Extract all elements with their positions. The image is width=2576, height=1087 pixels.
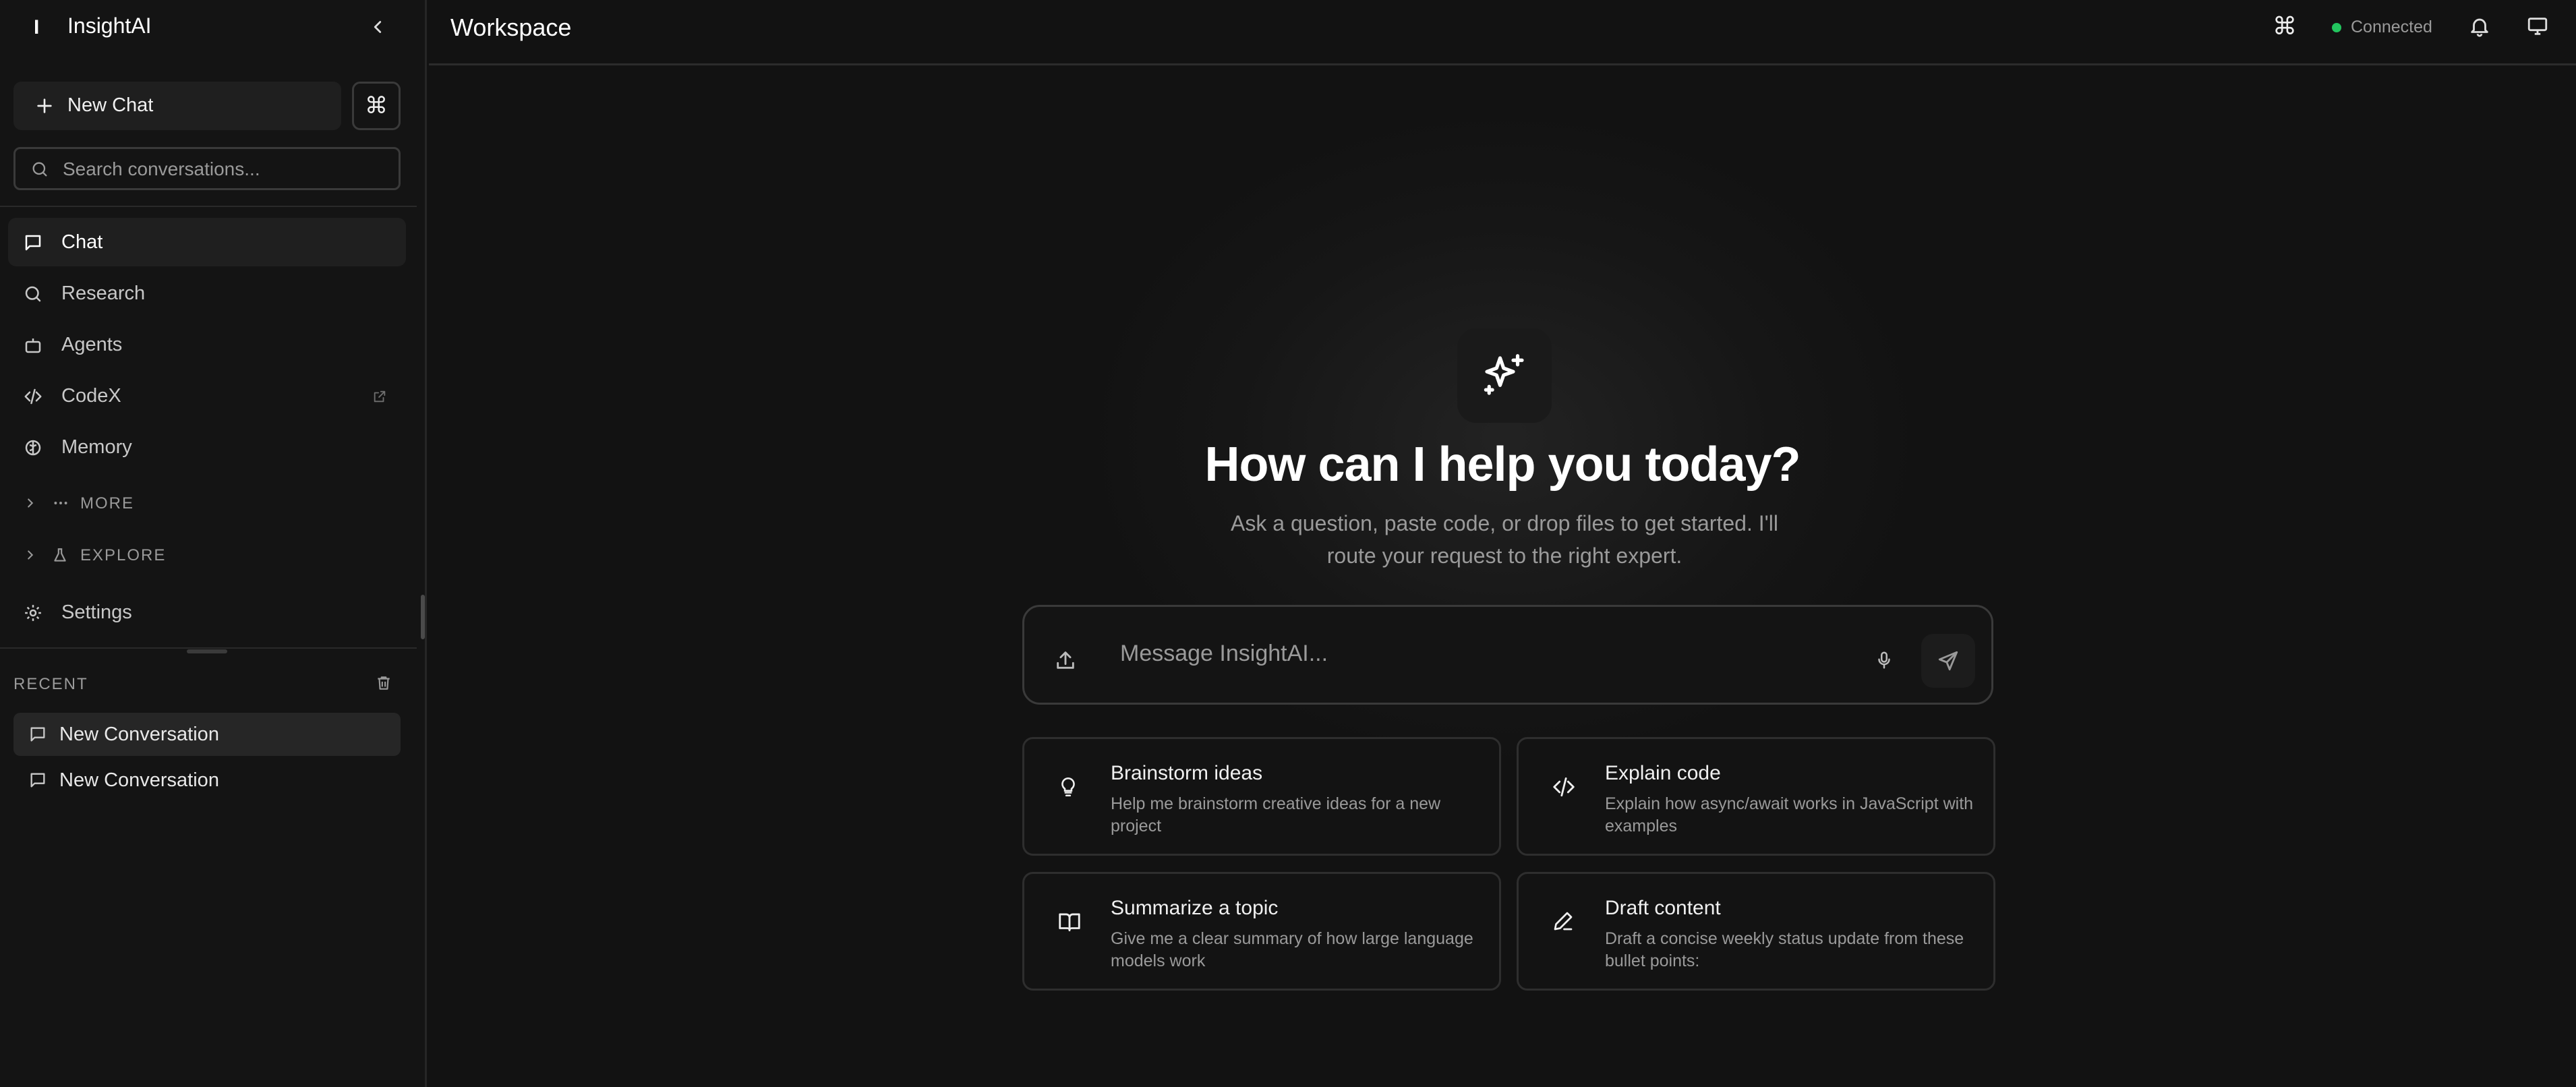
nav-item-research[interactable]: Research <box>8 269 406 318</box>
search-icon <box>25 286 41 302</box>
book-icon <box>1059 913 1080 932</box>
status-dot <box>2332 22 2341 32</box>
command-palette-button[interactable]: ⌘ <box>2273 12 2297 40</box>
external-link-icon <box>374 390 386 403</box>
monitor-icon <box>2527 18 2548 35</box>
pen-icon <box>1554 912 1573 931</box>
resize-handle[interactable] <box>187 649 227 653</box>
page-title: Workspace <box>450 13 572 41</box>
sparkle-badge <box>1457 328 1552 423</box>
notifications-button[interactable] <box>2468 15 2491 41</box>
plus-icon <box>37 98 52 113</box>
divider <box>0 206 417 207</box>
nav-item-agents[interactable]: Agents <box>8 320 406 369</box>
command-palette-button[interactable]: ⌘ <box>352 82 401 130</box>
suggestion-card[interactable]: Brainstorm ideas Help me brainstorm crea… <box>1022 737 1501 856</box>
nav-item-memory[interactable]: Memory <box>8 423 406 471</box>
suggestion-title: Draft content <box>1605 897 1721 919</box>
new-chat-button[interactable]: New Chat <box>13 82 341 130</box>
gear-icon <box>25 605 41 621</box>
welcome-subtitle: Ask a question, paste code, or drop file… <box>1231 511 1778 568</box>
command-icon: ⌘ <box>365 93 388 119</box>
nav-item-label: CodeX <box>61 385 121 407</box>
chevron-right-icon <box>28 498 34 508</box>
chevron-right-icon <box>28 550 34 560</box>
code-icon <box>1553 777 1575 797</box>
suggestion-title: Brainstorm ideas <box>1111 762 1263 784</box>
nav-item-settings[interactable]: Settings <box>8 588 406 637</box>
nav-item-label: Agents <box>61 334 123 355</box>
sidebar: I InsightAI New Chat ⌘ Chat Research <box>0 0 427 1087</box>
message-input[interactable] <box>1120 637 1828 670</box>
flask-icon <box>54 548 66 562</box>
nav-group-label: MORE <box>80 494 134 512</box>
nav-group-explore[interactable]: EXPLORE <box>8 535 406 576</box>
collapse-sidebar-button[interactable] <box>364 13 391 40</box>
nav-group-more[interactable]: MORE <box>8 483 406 524</box>
dots-icon <box>54 502 67 504</box>
attach-file-button[interactable] <box>1054 649 1077 675</box>
recent-conversation-label: New Conversation <box>59 724 219 745</box>
welcome-heading: How can I help you today? <box>1204 438 1801 492</box>
search-input[interactable] <box>63 156 393 183</box>
suggestion-title: Summarize a topic <box>1111 897 1279 919</box>
recent-conversation-label: New Conversation <box>59 769 219 791</box>
search-icon <box>32 162 47 177</box>
suggestion-card[interactable]: Draft content Draft a concise weekly sta… <box>1517 872 1995 991</box>
main-content: How can I help you today? Ask a question… <box>429 67 2576 1087</box>
suggestion-card[interactable]: Explain code Explain how async/await wor… <box>1517 737 1995 856</box>
nav-group-label: EXPLORE <box>80 546 167 564</box>
divider <box>0 647 417 649</box>
message-square-icon <box>30 727 45 742</box>
suggestion-description: Help me brainstorm creative ideas for a … <box>1111 794 1441 835</box>
brand-logo: I <box>34 16 40 38</box>
send-icon <box>1938 651 1958 671</box>
brand-name: InsightAI <box>67 13 152 38</box>
message-composer <box>1022 605 1993 705</box>
bell-icon <box>2471 18 2488 37</box>
suggestion-description: Explain how async/await works in JavaScr… <box>1605 794 1974 835</box>
message-square-icon <box>25 235 41 251</box>
sidebar-scrollbar[interactable] <box>421 595 425 639</box>
brand: I InsightAI <box>0 0 427 57</box>
app-root: I InsightAI New Chat ⌘ Chat Research <box>0 0 2576 1087</box>
suggestion-title: Explain code <box>1605 762 1721 784</box>
nav-item-label: Chat <box>61 231 103 253</box>
sparkles-icon <box>1484 354 1524 395</box>
nav-item-label: Settings <box>61 601 132 623</box>
clear-history-button[interactable] <box>375 674 392 696</box>
recent-conversation[interactable]: New Conversation <box>13 713 401 756</box>
recent-section-title: RECENT <box>13 675 88 693</box>
new-chat-label: New Chat <box>67 94 154 116</box>
recent-conversation[interactable]: New Conversation <box>13 759 401 802</box>
code-icon <box>24 388 42 405</box>
display-button[interactable] <box>2526 15 2549 41</box>
suggestion-card[interactable]: Summarize a topic Give me a clear summar… <box>1022 872 1501 991</box>
lightbulb-icon <box>1061 777 1075 797</box>
chevron-left-icon <box>374 21 382 33</box>
microphone-icon <box>1878 651 1890 669</box>
search-box <box>13 147 401 190</box>
upload-icon <box>1057 651 1074 669</box>
suggestion-description: Give me a clear summary of how large lan… <box>1111 929 1473 970</box>
nav-item-label: Research <box>61 283 146 304</box>
voice-input-button[interactable] <box>1874 649 1894 675</box>
send-button[interactable] <box>1921 634 1975 688</box>
message-square-icon <box>30 773 45 788</box>
command-icon: ⌘ <box>2273 12 2297 40</box>
brain-icon <box>25 440 41 456</box>
nav-item-label: Memory <box>61 436 132 458</box>
bot-icon <box>25 339 41 353</box>
connection-status: Connected <box>2332 18 2432 37</box>
nav-item-chat[interactable]: Chat <box>8 218 406 266</box>
top-header: Workspace ⌘ Connected <box>429 0 2576 65</box>
suggestion-description: Draft a concise weekly status update fro… <box>1605 929 1964 970</box>
status-text: Connected <box>2351 18 2432 36</box>
nav-item-codex[interactable]: CodeX <box>8 372 406 420</box>
trash-icon <box>378 676 390 690</box>
